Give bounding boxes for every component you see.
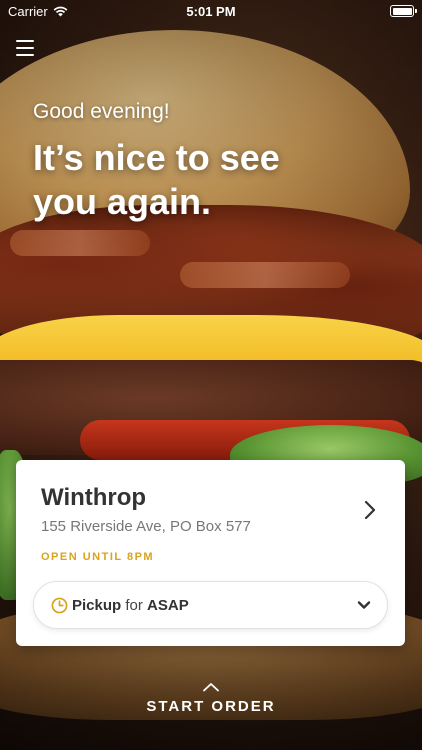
battery-icon	[390, 5, 417, 17]
start-order-button[interactable]: START ORDER	[0, 682, 422, 715]
battery-level	[392, 7, 412, 15]
wifi-icon	[53, 6, 68, 16]
menu-line	[16, 47, 34, 49]
location-address: 155 Riverside Ave, PO Box 577	[41, 518, 251, 535]
location-selector[interactable]: Winthrop 155 Riverside Ave, PO Box 577	[41, 484, 385, 544]
order-mode-connector: for	[125, 596, 143, 614]
chevron-down-icon	[357, 601, 371, 609]
status-left: Carrier	[8, 4, 68, 19]
carrier-label: Carrier	[8, 3, 48, 19]
hours-status: OPEN UNTIL 8PM	[41, 551, 155, 563]
location-card: Winthrop 155 Riverside Ave, PO Box 577 O…	[16, 460, 405, 646]
greeting-salutation: Good evening!	[33, 100, 170, 123]
hamburger-menu-icon[interactable]	[16, 40, 34, 56]
status-time: 5:01 PM	[186, 3, 236, 19]
clock-icon	[51, 597, 68, 613]
order-time-value: ASAP	[147, 596, 189, 614]
order-mode-text: Pickup for ASAP	[72, 597, 189, 614]
status-bar: Carrier 5:01 PM	[0, 0, 422, 22]
order-mode-value: Pickup	[72, 596, 122, 614]
greeting-headline: It’s nice to see you again.	[33, 137, 280, 222]
order-mode-dropdown[interactable]: Pickup for ASAP	[33, 581, 388, 629]
start-order-label: START ORDER	[146, 698, 276, 715]
chevron-right-icon	[364, 500, 376, 520]
location-name: Winthrop	[41, 484, 147, 511]
menu-line	[16, 40, 34, 42]
chevron-up-icon	[203, 683, 219, 692]
menu-line	[16, 54, 34, 56]
